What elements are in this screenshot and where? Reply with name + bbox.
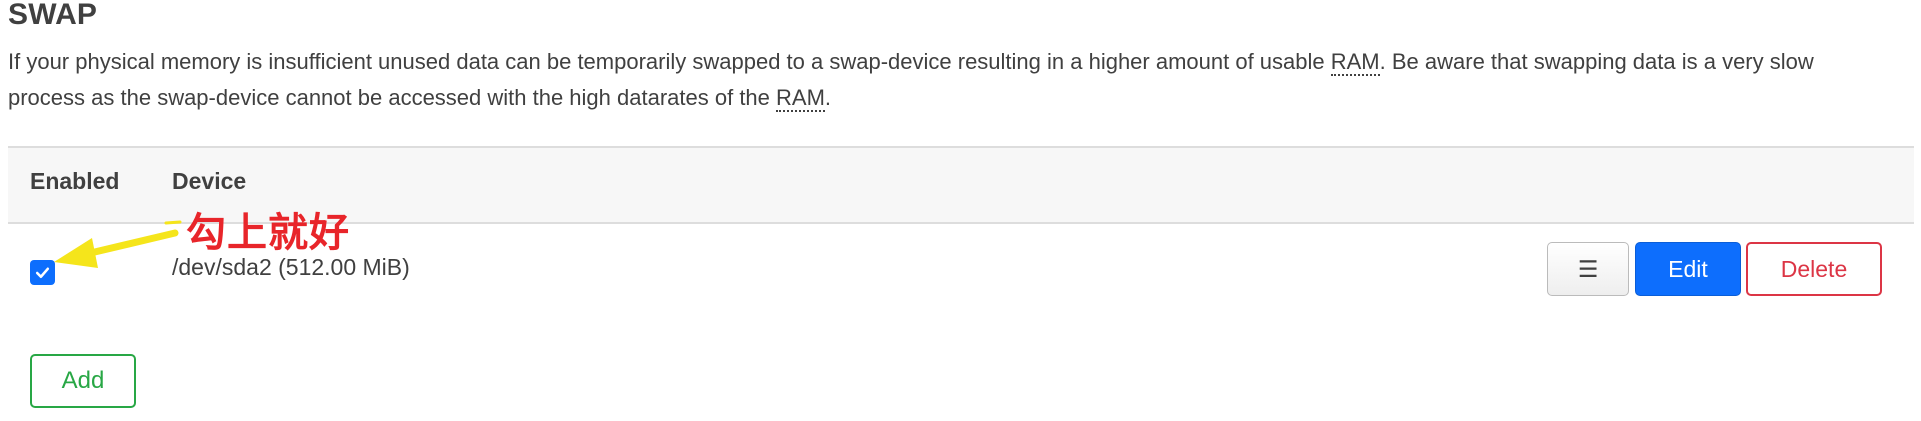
enabled-checkbox[interactable] (30, 260, 55, 285)
edit-button[interactable]: Edit (1635, 242, 1741, 296)
section-title: SWAP (8, 0, 98, 31)
row-menu-button[interactable]: ☰ (1547, 242, 1629, 296)
section-description: If your physical memory is insufficient … (8, 44, 1868, 116)
checkmark-icon (35, 267, 50, 279)
device-cell: /dev/sda2 (512.00 MiB) (172, 254, 410, 280)
ram-abbreviation: RAM (1330, 49, 1380, 76)
column-header-device: Device (172, 168, 247, 194)
annotation-text: 勾上就好 (186, 210, 350, 256)
description-text-3: . (824, 85, 832, 110)
ram-abbreviation-2: RAM (776, 85, 825, 112)
delete-button[interactable]: Delete (1746, 242, 1882, 296)
add-button[interactable]: Add (30, 354, 136, 408)
description-text-1: If your physical memory is insufficient … (8, 49, 1331, 74)
column-header-enabled: Enabled (30, 168, 120, 194)
